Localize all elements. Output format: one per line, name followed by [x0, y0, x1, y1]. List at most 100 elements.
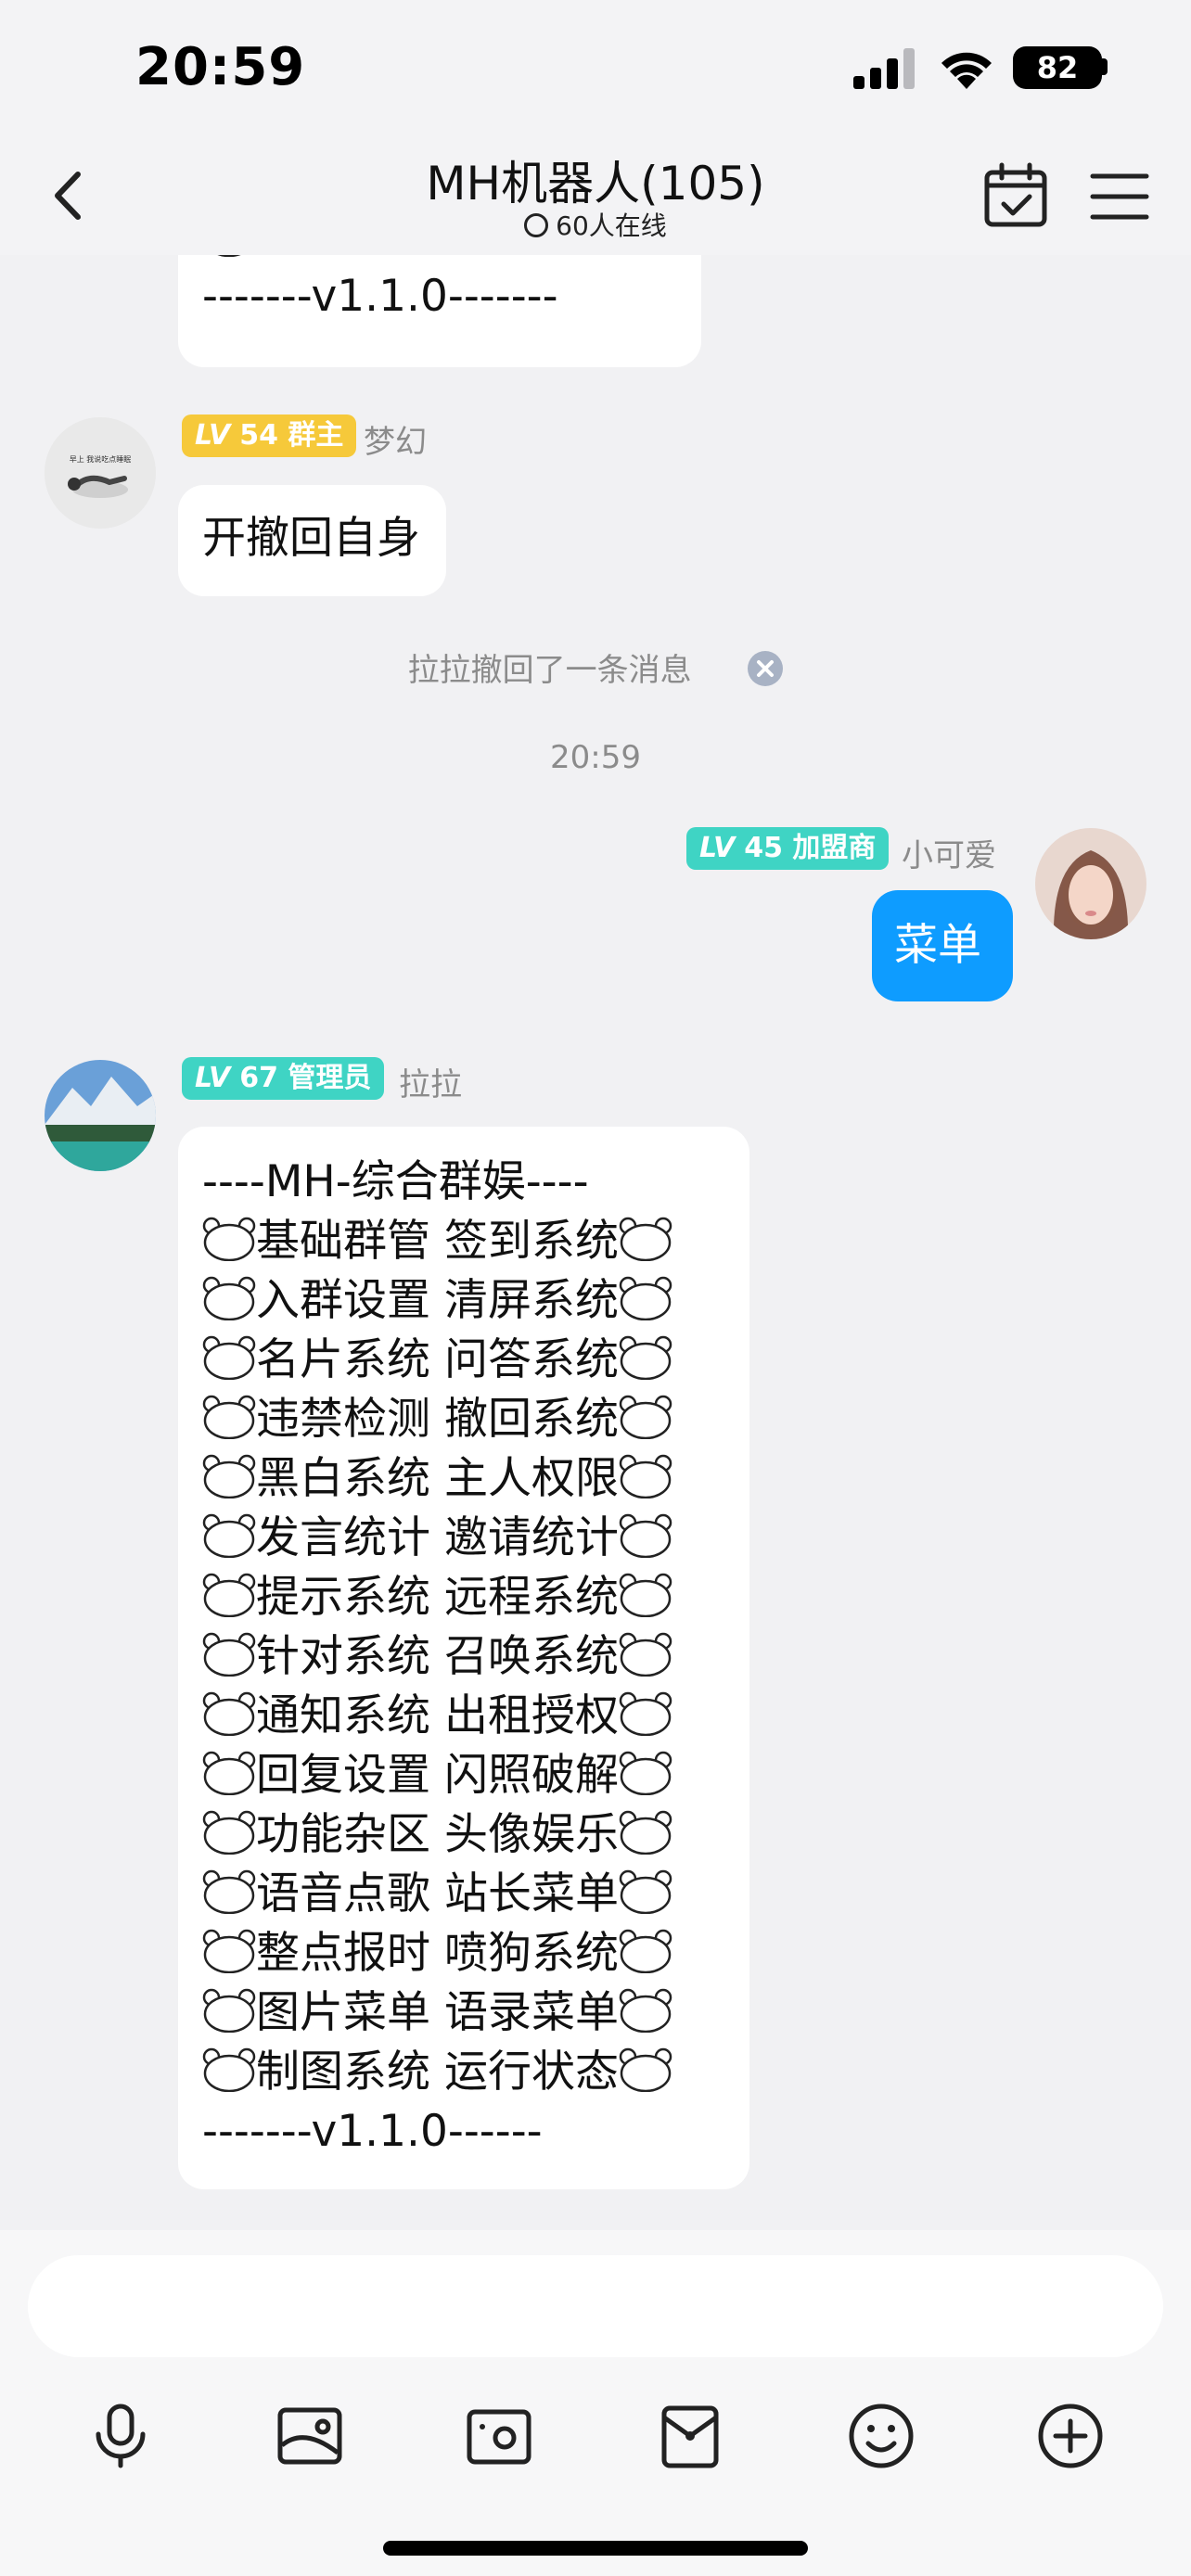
- menu-row: 针对系统 召唤系统: [202, 1627, 731, 1687]
- timestamp: 20:59: [550, 739, 641, 776]
- message-bubble-previous[interactable]: 设置撤回间隔#时间 -------v1.1.0-------: [178, 255, 701, 367]
- bear-emoji-icon: [202, 1513, 256, 1559]
- menu-row: 功能杂区 头像娱乐: [202, 1805, 731, 1865]
- menu-item: 出租授权: [443, 1690, 619, 1741]
- menu-item: 问答系统: [443, 1334, 619, 1385]
- bear-emoji-icon: [619, 1276, 672, 1321]
- bear-emoji-icon: [619, 1513, 672, 1559]
- bear-emoji-icon: [202, 1691, 256, 1737]
- bear-emoji-icon: [619, 1632, 672, 1677]
- camera-icon[interactable]: [462, 2399, 536, 2473]
- red-packet-icon[interactable]: [653, 2399, 727, 2473]
- bear-emoji-icon: [202, 1573, 256, 1618]
- bear-emoji-icon: [202, 1632, 256, 1677]
- menu-icon[interactable]: [1087, 167, 1152, 226]
- menu-rows: 基础群管 签到系统 入群设置 清屏系统 名片系统 问答系统 违禁检测 撤回系统 黑白系统…: [202, 1212, 731, 2102]
- bear-emoji-icon: [202, 1751, 256, 1796]
- bear-emoji-icon: [619, 1988, 672, 2034]
- bear-emoji-icon: [619, 1335, 672, 1381]
- wifi-icon: [941, 52, 992, 89]
- menu-header: ----MH-综合群娱----: [202, 1156, 589, 1207]
- bear-emoji-icon: [619, 2047, 672, 2093]
- menu-item: 针对系统: [256, 1631, 430, 1682]
- calendar-check-icon[interactable]: [981, 161, 1050, 230]
- bear-emoji-icon: [619, 1573, 672, 1618]
- menu-item: 提示系统: [256, 1572, 430, 1623]
- avatar-lala[interactable]: [45, 1060, 156, 1171]
- bear-emoji-icon: [202, 1810, 256, 1855]
- menu-item: 喷狗系统: [443, 1928, 619, 1979]
- menu-row: 整点报时 喷狗系统: [202, 1924, 731, 1983]
- message-bubble-own[interactable]: 菜单: [872, 890, 1013, 1001]
- online-clock-icon: [524, 213, 549, 237]
- menu-row: 回复设置 闪照破解: [202, 1746, 731, 1805]
- sender-name: 拉拉: [399, 1066, 462, 1103]
- system-notice: 拉拉撤回了一条消息: [0, 644, 1191, 690]
- bear-emoji-icon: [619, 1454, 672, 1499]
- menu-row: 黑白系统 主人权限: [202, 1449, 731, 1509]
- menu-item: 违禁检测: [256, 1394, 430, 1445]
- bear-emoji-icon: [202, 1869, 256, 1915]
- status-bar: 20:59 82: [0, 0, 1191, 139]
- level-badge: LV 67 管理员: [182, 1057, 385, 1100]
- menu-item: 清屏系统: [443, 1275, 619, 1326]
- menu-item: 功能杂区: [256, 1809, 430, 1860]
- bear-emoji-icon: [202, 1276, 256, 1321]
- menu-item: 整点报时: [256, 1928, 430, 1979]
- menu-item: 撤回系统: [443, 1394, 619, 1445]
- bear-emoji-icon: [202, 1988, 256, 2034]
- menu-item: 语录菜单: [443, 1987, 619, 2038]
- gallery-icon[interactable]: [273, 2399, 347, 2473]
- sender-name: 小可爱: [902, 837, 996, 874]
- dismiss-icon[interactable]: [748, 651, 784, 686]
- message-bubble[interactable]: 开撤回自身: [178, 485, 446, 596]
- bear-emoji-icon: [619, 1751, 672, 1796]
- avatar-xiaokeai[interactable]: [1035, 828, 1146, 939]
- sender-name: 梦幻: [364, 424, 427, 461]
- avatar-menghuan[interactable]: 早上 我说吃点睡眠: [45, 417, 156, 529]
- bear-emoji-icon: [619, 1217, 672, 1262]
- menu-item: 签到系统: [443, 1216, 619, 1267]
- menu-item: 制图系统: [256, 2047, 430, 2098]
- menu-item: 远程系统: [443, 1572, 619, 1623]
- menu-row: 提示系统 远程系统: [202, 1568, 731, 1627]
- menu-message-bubble[interactable]: ----MH-综合群娱---- 基础群管 签到系统 入群设置 清屏系统 名片系统 问…: [178, 1127, 749, 2189]
- bear-emoji-icon: [202, 2047, 256, 2093]
- bear-emoji-icon: [619, 1395, 672, 1440]
- home-indicator[interactable]: [383, 2541, 808, 2556]
- status-time: 20:59: [135, 37, 306, 97]
- bear-emoji-icon: [619, 1691, 672, 1737]
- menu-row: 图片菜单 语录菜单: [202, 1983, 731, 2043]
- menu-row: 入群设置 清屏系统: [202, 1271, 731, 1331]
- menu-item: 站长菜单: [443, 1868, 619, 1919]
- menu-item: 入群设置: [256, 1275, 430, 1326]
- emoji-icon[interactable]: [844, 2399, 918, 2473]
- menu-item: 召唤系统: [443, 1631, 619, 1682]
- battery-nub: [1102, 58, 1108, 75]
- menu-item: 黑白系统: [256, 1453, 430, 1504]
- menu-item: 头像娱乐: [443, 1809, 619, 1860]
- microphone-icon[interactable]: [83, 2399, 158, 2473]
- add-icon[interactable]: [1033, 2399, 1108, 2473]
- bear-emoji-icon: [202, 1395, 256, 1440]
- bubble-text-line: 设置撤回间隔#时间: [256, 255, 641, 262]
- bear-emoji-icon: [202, 1454, 256, 1499]
- menu-item: 名片系统: [256, 1334, 430, 1385]
- menu-row: 违禁检测 撤回系统: [202, 1390, 731, 1449]
- menu-item: 语音点歌: [256, 1868, 430, 1919]
- online-count: 60人在线: [556, 210, 667, 241]
- bubble-text-line: -------v1.1.0-------: [202, 271, 558, 322]
- message-input[interactable]: [28, 2255, 1163, 2357]
- menu-row: 语音点歌 站长菜单: [202, 1865, 731, 1924]
- menu-item: 回复设置: [256, 1750, 430, 1801]
- menu-item: 通知系统: [256, 1690, 430, 1741]
- bear-emoji-icon: [202, 1335, 256, 1381]
- chat-messages[interactable]: 设置撤回间隔#时间 -------v1.1.0------- 早上 我说吃点睡眠…: [0, 255, 1191, 2230]
- bear-emoji-icon: [202, 1929, 256, 1974]
- menu-item: 运行状态: [443, 2047, 619, 2098]
- menu-item: 图片菜单: [256, 1987, 430, 2038]
- menu-row: 基础群管 签到系统: [202, 1212, 731, 1271]
- menu-item: 发言统计: [256, 1512, 430, 1563]
- menu-item: 主人权限: [443, 1453, 619, 1504]
- input-bar: [0, 2230, 1191, 2576]
